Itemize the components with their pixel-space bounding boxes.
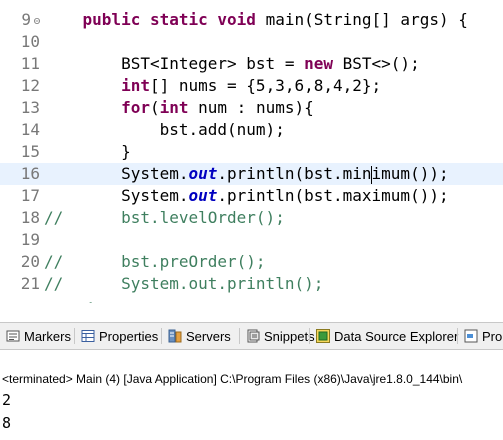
code-text: bst.add(num); (44, 120, 285, 139)
code-line[interactable]: 18// bst.levelOrder(); (0, 207, 503, 229)
code-line[interactable]: 10 (0, 31, 503, 53)
code-text: public static void main(String[] args) { (82, 10, 468, 29)
tab-separator (309, 328, 310, 344)
line-number: 19 (20, 230, 40, 249)
console-output-line[interactable]: 2 (2, 390, 11, 410)
servers-icon (168, 329, 182, 343)
code-line[interactable]: 13 for(int num : nums){ (0, 97, 503, 119)
view-tab-servers[interactable]: Servers (165, 323, 237, 349)
progress-icon (464, 329, 478, 343)
view-tab-label: Snippets (264, 328, 315, 344)
code-line[interactable]: 9 public static void main(String[] args)… (0, 9, 503, 31)
tab-separator (239, 328, 240, 344)
console-output-line[interactable]: 8 (2, 413, 11, 433)
line-number: 16 (20, 164, 40, 183)
view-tab-label: Pro (482, 328, 503, 344)
markers-icon (6, 329, 20, 343)
collapse-fold-icon[interactable] (34, 18, 40, 24)
view-tab-label: Properties (99, 328, 159, 344)
line-number: 20 (20, 252, 40, 271)
view-tab-properties[interactable]: Properties (78, 323, 164, 349)
line-number: 14 (20, 120, 40, 139)
code-text: System.out.println(bst.minimum()); (44, 164, 449, 184)
code-text: int[] nums = {5,3,6,8,4,2}; (121, 76, 382, 95)
snippets-icon (246, 329, 260, 343)
code-line[interactable]: < (0, 295, 503, 303)
tab-separator (457, 328, 458, 344)
code-line[interactable]: 11 BST<Integer> bst = new BST<>(); (0, 53, 503, 75)
code-text: System.out.println(bst.maximum()); (44, 186, 449, 205)
view-tab-label: Data Source Explorer (334, 328, 459, 344)
view-tab-label: Servers (186, 328, 231, 344)
line-number: 10 (20, 32, 40, 51)
line-number: 13 (20, 98, 40, 117)
views-tab-strip: Markers Properties Servers Snippets Data Sou… (0, 322, 503, 350)
console-status-header: <terminated> Main (4) [Java Application]… (2, 372, 463, 386)
code-text: // System.out.println(); (44, 274, 324, 293)
code-text: for(int num : nums){ (121, 98, 314, 117)
code-line[interactable]: 19 (0, 229, 503, 251)
view-tab-data-source-explorer[interactable]: Data Source Explorer (313, 323, 464, 349)
code-text: // bst.levelOrder(); (44, 208, 285, 227)
line-number (0, 295, 40, 303)
code-line[interactable]: 14 bst.add(num); (0, 119, 503, 141)
code-line[interactable]: 17 System.out.println(bst.maximum()); (0, 185, 503, 207)
code-line[interactable]: 21// System.out.println(); (0, 273, 503, 295)
line-number: 17 (20, 186, 40, 205)
code-line[interactable]: 20// bst.preOrder(); (0, 251, 503, 273)
line-number: 12 (20, 76, 40, 95)
view-tab-pro[interactable]: Pro (461, 323, 503, 349)
view-tab-markers[interactable]: Markers (3, 323, 77, 349)
data-source-icon (316, 329, 330, 343)
code-text: } (44, 142, 131, 161)
line-number: 18 (20, 208, 40, 227)
code-line[interactable]: 15 } (0, 141, 503, 163)
code-line[interactable]: 12 int[] nums = {5,3,6,8,4,2}; (0, 75, 503, 97)
code-text: < (44, 295, 93, 303)
line-number: 15 (20, 142, 40, 161)
tab-separator (74, 328, 75, 344)
view-tab-label: Markers (24, 328, 71, 344)
code-text: // bst.preOrder(); (44, 252, 266, 271)
current-code-line[interactable]: 16 System.out.println(bst.minimum()); (0, 163, 503, 185)
code-editor[interactable]: 9 public static void main(String[] args)… (0, 0, 503, 303)
line-number: 11 (20, 54, 40, 73)
properties-icon (81, 329, 95, 343)
tab-separator (161, 328, 162, 344)
line-number: 21 (20, 274, 40, 293)
code-text: BST<Integer> bst = new BST<>(); (44, 54, 420, 73)
